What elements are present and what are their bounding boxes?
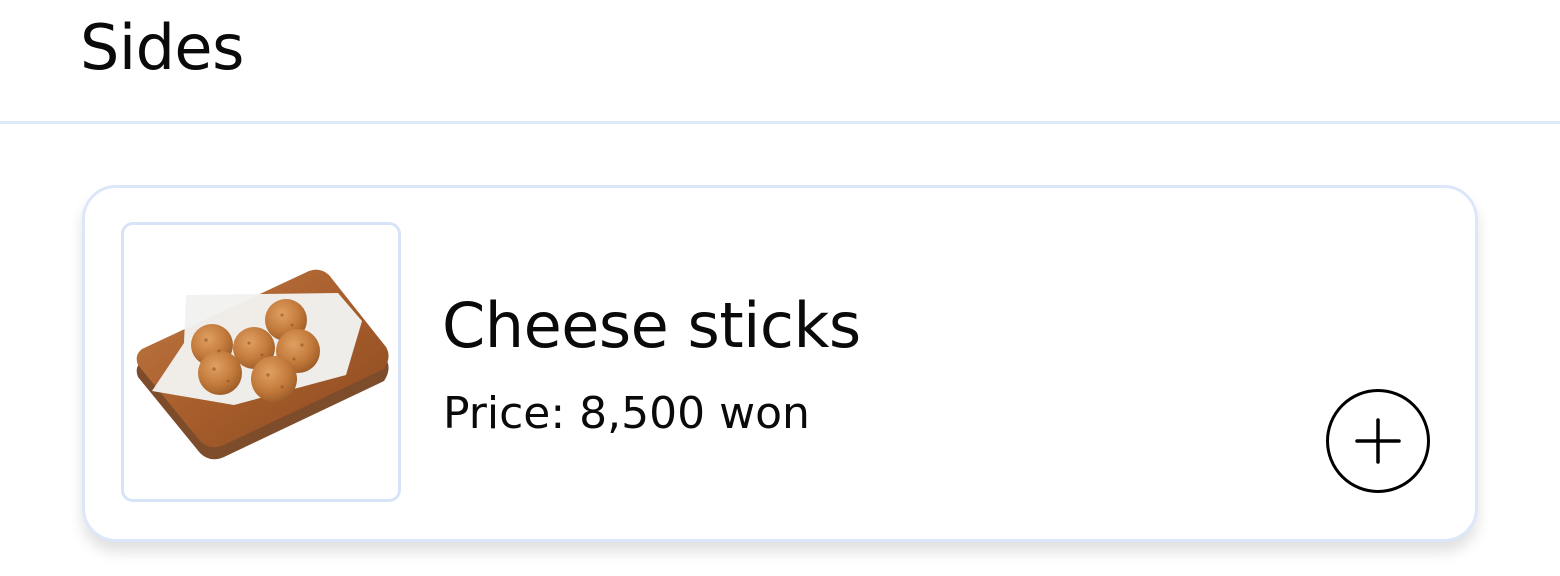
menu-item-name: Cheese sticks (442, 289, 861, 362)
menu-item-image (121, 222, 401, 502)
cheese-balls-photo (136, 269, 389, 460)
add-to-cart-button[interactable] (1326, 389, 1430, 493)
plus-icon (1355, 418, 1401, 464)
menu-item-card[interactable]: Cheese sticks Price: 8,500 won (82, 185, 1478, 542)
menu-page: Sides Cheese sticks Price: 8,500 won (0, 0, 1560, 576)
section-header: Sides (0, 0, 1560, 124)
menu-item-price: Price: 8,500 won (443, 388, 810, 439)
section-title: Sides (80, 11, 244, 84)
